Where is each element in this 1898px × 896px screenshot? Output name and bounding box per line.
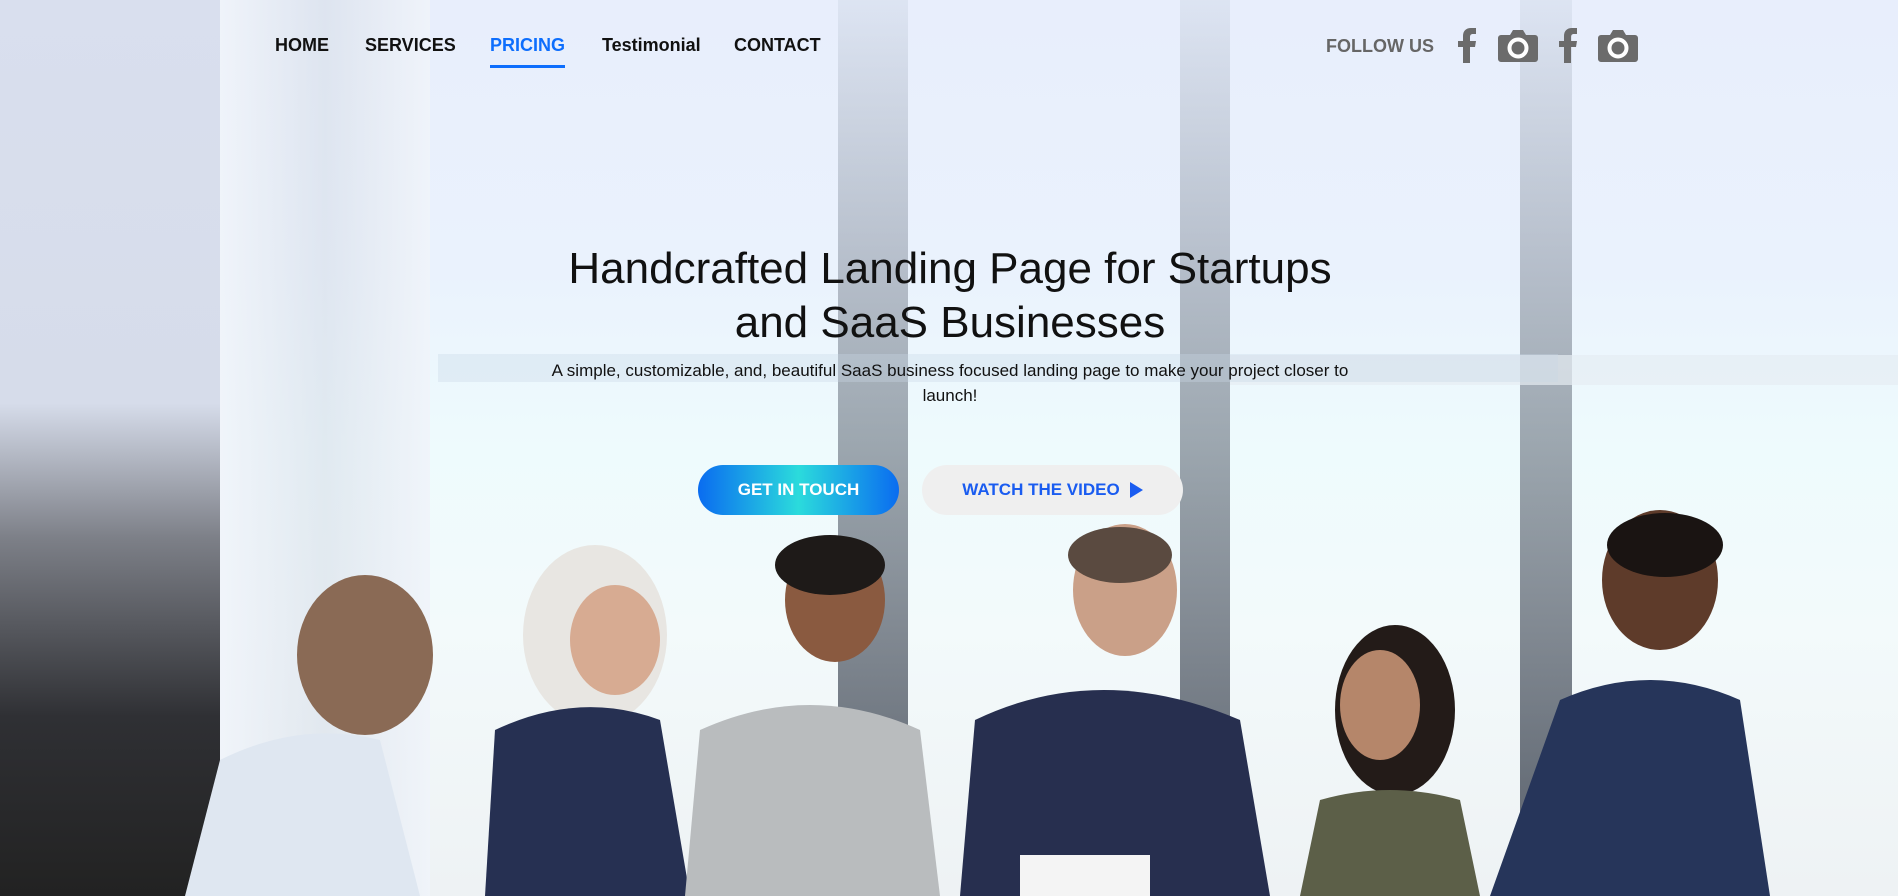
follow-us-label: FOLLOW US [1326, 36, 1434, 56]
nav-services[interactable]: SERVICES [365, 35, 456, 56]
person [1300, 625, 1480, 896]
watch-video-label: WATCH THE VIDEO [962, 480, 1120, 499]
person [960, 524, 1270, 896]
facebook-icon[interactable] [1547, 26, 1589, 64]
facebook-icon[interactable] [1446, 26, 1488, 64]
hero-title: Handcrafted Landing Page for Startups and… [500, 242, 1400, 350]
title-line-1: Handcrafted Landing Page for Startups [568, 244, 1332, 293]
nav-testimonial[interactable]: Testimonial [602, 35, 701, 56]
watch-video-button[interactable]: WATCH THE VIDEO [922, 465, 1183, 515]
get-in-touch-button[interactable]: GET IN TOUCH [698, 465, 899, 515]
camera-icon[interactable] [1597, 26, 1639, 64]
camera-icon[interactable] [1497, 26, 1539, 64]
title-line-2: and SaaS Businesses [734, 298, 1166, 347]
nav-pricing[interactable]: PRICING [490, 35, 566, 68]
person [485, 545, 690, 896]
person [1490, 510, 1770, 896]
hero-subtitle: A simple, customizable, and, beautiful S… [551, 361, 1349, 405]
nav-home[interactable]: HOME [275, 35, 329, 56]
nav-contact[interactable]: CONTACT [734, 35, 821, 56]
play-icon [1129, 482, 1143, 498]
person [685, 535, 940, 896]
person [185, 575, 433, 896]
team-photo [185, 510, 1770, 896]
